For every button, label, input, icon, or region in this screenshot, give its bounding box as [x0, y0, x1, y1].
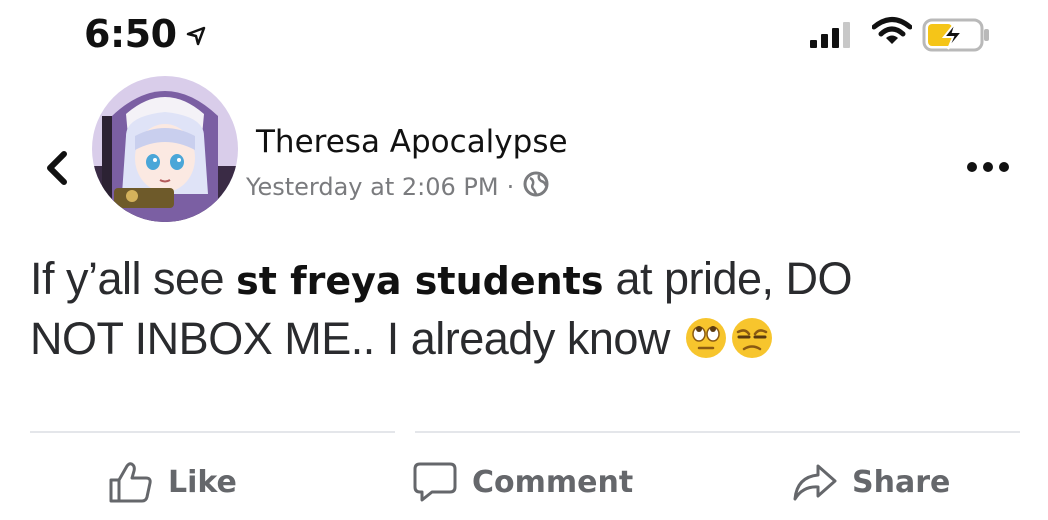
post-text-line-2: NOT INBOX ME.. I already know — [30, 310, 1030, 374]
location-arrow-icon — [185, 12, 207, 56]
comment-button[interactable]: Comment — [412, 460, 633, 504]
comment-bubble-icon — [413, 462, 457, 502]
post-text-segment: at pride, DO — [603, 253, 853, 304]
divider — [30, 431, 395, 433]
share-button[interactable]: Share — [792, 460, 950, 504]
post-text-segment: If y’all see — [30, 253, 237, 304]
comment-label: Comment — [472, 464, 634, 500]
status-time-text: 6:50 — [84, 12, 177, 56]
meta-separator: · — [506, 173, 515, 201]
share-label: Share — [852, 464, 951, 500]
author-name[interactable]: Theresa Apocalypse — [256, 124, 568, 160]
post-text-segment: NOT INBOX ME.. I already know — [30, 313, 670, 364]
more-options-icon[interactable] — [966, 160, 1010, 178]
globe-icon — [522, 170, 550, 204]
post-timestamp[interactable]: Yesterday at 2:06 PM — [246, 173, 499, 201]
post-text-line-1: If y’all see st freya students at pride,… — [30, 250, 1030, 310]
status-time: 6:50 — [84, 12, 207, 56]
wifi-icon — [871, 16, 913, 51]
back-chevron-icon[interactable] — [42, 148, 72, 193]
unamused-emoji — [730, 316, 774, 374]
post-text: If y’all see st freya students at pride,… — [30, 250, 1030, 374]
like-label: Like — [168, 464, 237, 500]
battery-charging-icon — [922, 18, 994, 57]
share-arrow-icon — [793, 464, 837, 501]
avatar[interactable] — [92, 76, 238, 222]
cellular-signal-icon — [810, 22, 854, 53]
eye-roll-emoji — [684, 316, 728, 374]
thumbs-up-icon — [109, 462, 152, 503]
divider — [415, 431, 1020, 433]
like-button[interactable]: Like — [108, 460, 237, 504]
status-bar: 6:50 — [0, 0, 1048, 70]
post-meta: Yesterday at 2:06 PM · — [246, 170, 550, 204]
post-text-bold: st freya students — [236, 259, 604, 303]
